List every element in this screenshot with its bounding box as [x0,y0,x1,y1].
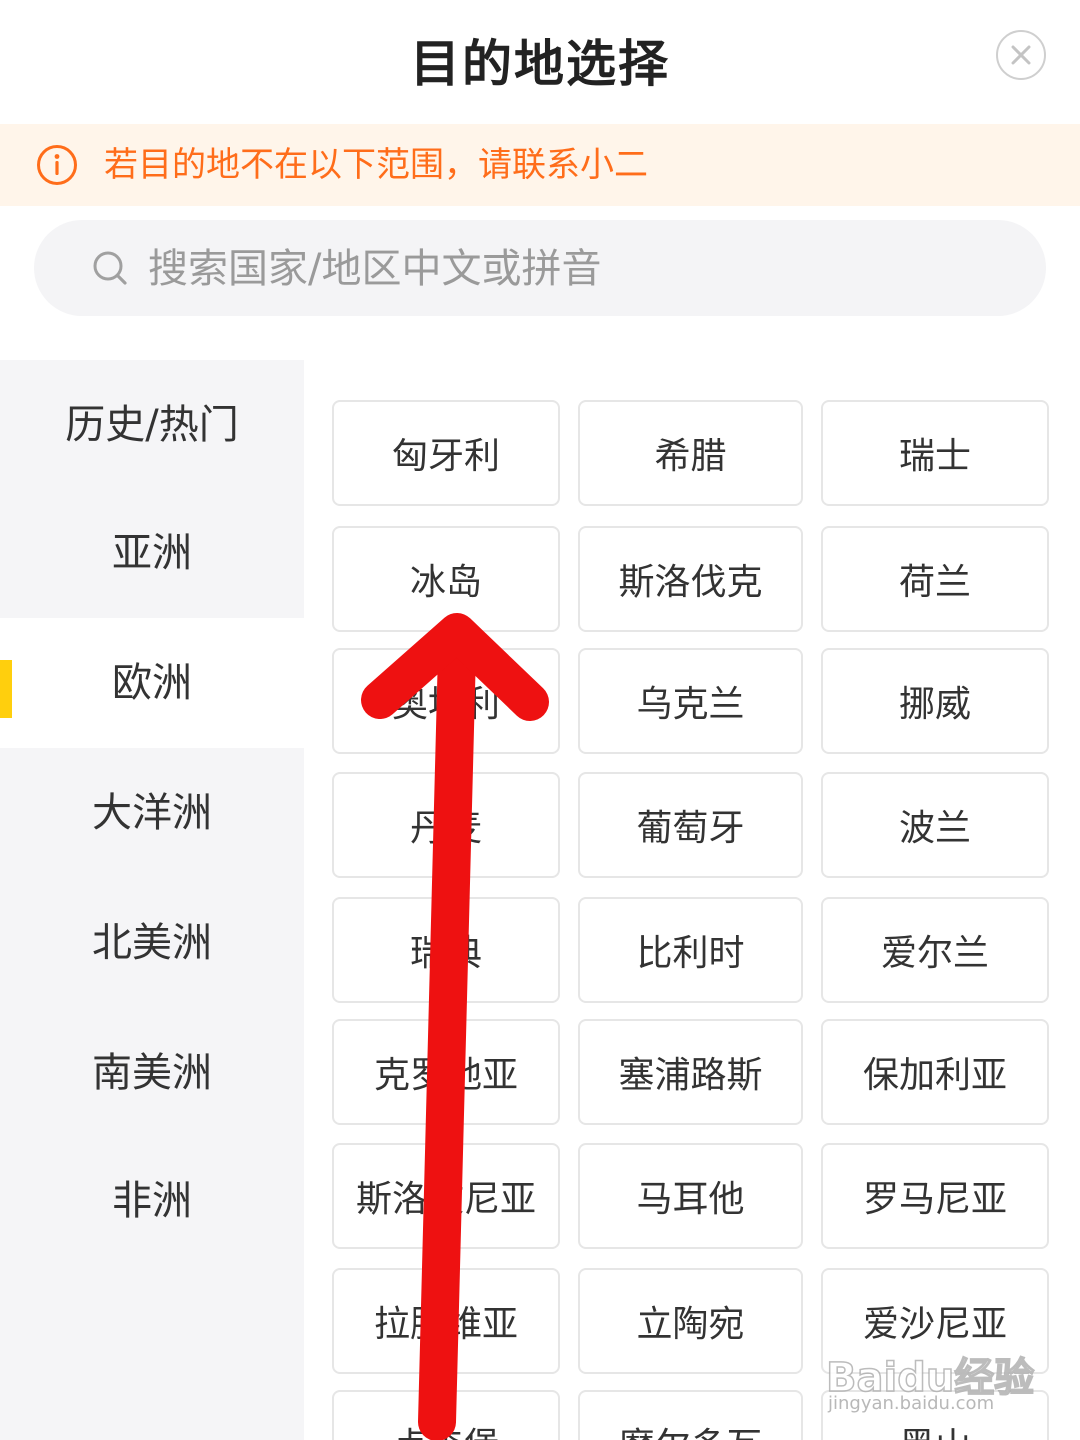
country-option[interactable]: 斯洛伐克 [578,526,803,632]
sidebar-item-label: 欧洲 [112,660,192,706]
country-option[interactable]: 立陶宛 [578,1268,803,1374]
sidebar-item-history-hot[interactable]: 历史/热门 [0,360,304,490]
country-option[interactable]: 挪威 [821,648,1049,754]
sidebar-item-label: 大洋洲 [92,790,212,836]
sidebar-item-north-america[interactable]: 北美洲 [0,878,304,1008]
country-option[interactable]: 比利时 [578,897,803,1003]
search-bar[interactable] [34,220,1046,318]
country-option[interactable]: 乌克兰 [578,648,803,754]
continent-sidebar: 历史/热门 亚洲 欧洲 大洋洲 北美洲 南美洲 非洲 [0,360,304,1440]
sidebar-item-label: 南美洲 [92,1050,212,1096]
sidebar-item-label: 历史/热门 [65,402,239,448]
country-option[interactable]: 荷兰 [821,526,1049,632]
search-input[interactable] [146,220,1010,318]
close-icon [1011,45,1031,65]
sidebar-item-south-america[interactable]: 南美洲 [0,1008,304,1138]
sidebar-item-oceania[interactable]: 大洋洲 [0,748,304,878]
destination-picker-sheet: 目的地选择 若目的地不在以下范围，请联系小二 历史/热门 亚洲 欧洲 [0,0,1080,1440]
country-option[interactable]: 冰岛 [332,526,560,632]
country-option[interactable]: 奥地利 [332,648,560,754]
country-grid: 匈牙利 希腊 瑞士冰岛 斯洛伐克 荷兰奥地利 乌克兰 挪威丹麦 葡萄牙 波兰瑞典 比利时 爱尔兰克罗… [304,360,1080,1440]
country-option[interactable]: 爱尔兰 [821,897,1049,1003]
country-option[interactable]: 罗马尼亚 [821,1143,1049,1249]
sidebar-item-label: 非洲 [112,1178,192,1224]
sidebar-item-label: 亚洲 [112,530,192,576]
country-option[interactable]: 保加利亚 [821,1019,1049,1125]
country-option[interactable]: 卢森堡 [332,1390,560,1440]
country-option[interactable]: 波兰 [821,772,1049,878]
country-option[interactable]: 克罗地亚 [332,1019,560,1125]
country-option[interactable]: 塞浦路斯 [578,1019,803,1125]
country-option[interactable]: 瑞典 [332,897,560,1003]
country-option[interactable]: 拉脱维亚 [332,1268,560,1374]
sidebar-item-asia[interactable]: 亚洲 [0,488,304,618]
sidebar-item-label: 北美洲 [92,920,212,966]
country-option[interactable]: 匈牙利 [332,400,560,506]
country-option[interactable]: 马耳他 [578,1143,803,1249]
page-title: 目的地选择 [410,35,670,93]
sidebar-item-europe[interactable]: 欧洲 [0,618,304,748]
country-option[interactable]: 希腊 [578,400,803,506]
sidebar-item-africa[interactable]: 非洲 [0,1136,304,1266]
search-icon [93,251,127,285]
country-option[interactable]: 斯洛文尼亚 [332,1143,560,1249]
country-option[interactable]: 葡萄牙 [578,772,803,878]
active-indicator [0,660,12,718]
country-option[interactable]: 摩尔多瓦 [578,1390,803,1440]
notice-text: 若目的地不在以下范围，请联系小二 [104,145,648,185]
info-icon [37,145,77,185]
close-button[interactable] [996,30,1046,80]
country-option[interactable]: 瑞士 [821,400,1049,506]
notice-bar: 若目的地不在以下范围，请联系小二 [0,124,1080,206]
baidu-watermark: Baidu经验 jingyan.baidu.com [825,1345,1035,1417]
watermark-url: jingyan.baidu.com [828,1393,995,1414]
country-option[interactable]: 丹麦 [332,772,560,878]
